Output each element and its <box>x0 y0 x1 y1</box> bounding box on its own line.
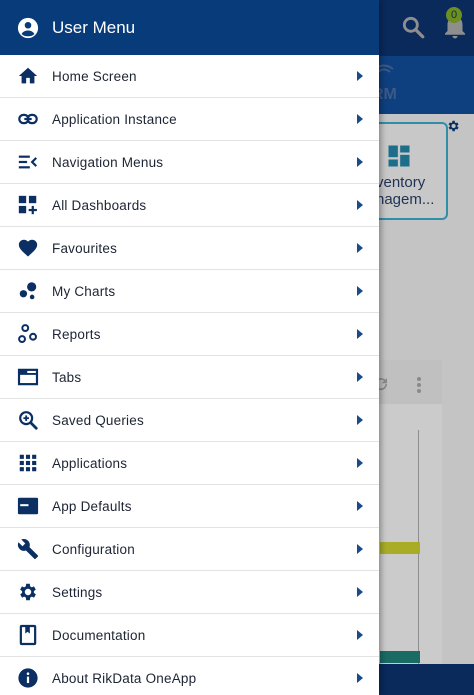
card-settings-gear-icon[interactable] <box>446 119 460 133</box>
menu-open-icon <box>17 151 39 173</box>
apps-grid-icon <box>17 452 39 474</box>
info-icon <box>17 667 39 689</box>
menu-item-all-dashboards[interactable]: All Dashboards <box>0 184 379 227</box>
menu-item-label: Saved Queries <box>52 412 144 428</box>
menu-item-label: Applications <box>52 455 128 471</box>
chart-bar <box>380 542 420 554</box>
chevron-right-icon <box>357 200 363 210</box>
menu-item-home-screen[interactable]: Home Screen <box>0 55 379 98</box>
wrench-icon <box>17 538 39 560</box>
chart-bar <box>380 651 420 663</box>
tab-icon <box>17 366 39 388</box>
menu-item-navigation-menus[interactable]: Navigation Menus <box>0 141 379 184</box>
menu-item-label: Documentation <box>52 627 146 643</box>
dashboard-add-icon <box>17 194 39 216</box>
chevron-right-icon <box>357 673 363 683</box>
card-label-line2: nagem... <box>376 191 435 208</box>
drawer-title: User Menu <box>52 17 136 37</box>
chevron-right-icon <box>357 501 363 511</box>
menu-item-label: All Dashboards <box>52 197 147 213</box>
menu-item-documentation[interactable]: Documentation <box>0 614 379 657</box>
card-label-line1: ventory <box>376 174 426 191</box>
menu-item-reports[interactable]: Reports <box>0 313 379 356</box>
menu-item-application-instance[interactable]: Application Instance <box>0 98 379 141</box>
menu-item-label: Reports <box>52 326 101 342</box>
menu-item-settings[interactable]: Settings <box>0 571 379 614</box>
card-label: ventory nagem... <box>376 174 446 208</box>
drawer-header: User Menu <box>0 0 379 55</box>
gear-icon <box>17 581 39 603</box>
menu-item-label: My Charts <box>52 283 116 299</box>
more-options-icon[interactable] <box>416 376 422 394</box>
chevron-right-icon <box>357 71 363 81</box>
menu-item-label: Application Instance <box>52 111 177 127</box>
chevron-right-icon <box>357 415 363 425</box>
chevron-right-icon <box>357 243 363 253</box>
chevron-right-icon <box>357 372 363 382</box>
menu-item-app-defaults[interactable]: App Defaults <box>0 485 379 528</box>
dashboard-tiles-icon <box>385 142 413 170</box>
menu-item-saved-queries[interactable]: Saved Queries <box>0 399 379 442</box>
chevron-right-icon <box>357 286 363 296</box>
home-icon <box>17 65 39 87</box>
web-asset-icon <box>17 495 39 517</box>
user-menu-drawer: User Menu Home Screen Application Instan… <box>0 0 379 695</box>
chevron-right-icon <box>357 458 363 468</box>
chevron-right-icon <box>357 329 363 339</box>
bubble-chart-icon <box>17 280 39 302</box>
menu-item-about[interactable]: About RikData OneApp <box>0 657 379 695</box>
menu-item-configuration[interactable]: Configuration <box>0 528 379 571</box>
chevron-right-icon <box>357 544 363 554</box>
zoom-in-icon <box>17 409 39 431</box>
chevron-right-icon <box>357 157 363 167</box>
menu-item-label: About RikData OneApp <box>52 670 197 686</box>
notification-count-badge: 0 <box>446 7 462 23</box>
account-circle-icon <box>17 17 39 39</box>
menu-item-label: Configuration <box>52 541 135 557</box>
menu-item-label: Settings <box>52 584 103 600</box>
user-menu-list: Home Screen Application Instance Navigat… <box>0 55 379 695</box>
heart-icon <box>17 237 39 259</box>
link-icon <box>17 108 39 130</box>
menu-item-label: Favourites <box>52 240 118 256</box>
menu-item-label: App Defaults <box>52 498 132 514</box>
menu-item-label: Navigation Menus <box>52 154 164 170</box>
menu-item-favourites[interactable]: Favourites <box>0 227 379 270</box>
menu-item-applications[interactable]: Applications <box>0 442 379 485</box>
chevron-right-icon <box>357 114 363 124</box>
menu-item-tabs[interactable]: Tabs <box>0 356 379 399</box>
chevron-right-icon <box>357 630 363 640</box>
search-icon[interactable] <box>400 14 426 40</box>
workflow-icon <box>17 323 39 345</box>
book-icon <box>17 624 39 646</box>
menu-item-my-charts[interactable]: My Charts <box>0 270 379 313</box>
chevron-right-icon <box>357 587 363 597</box>
menu-item-label: Home Screen <box>52 68 137 84</box>
menu-item-label: Tabs <box>52 369 82 385</box>
